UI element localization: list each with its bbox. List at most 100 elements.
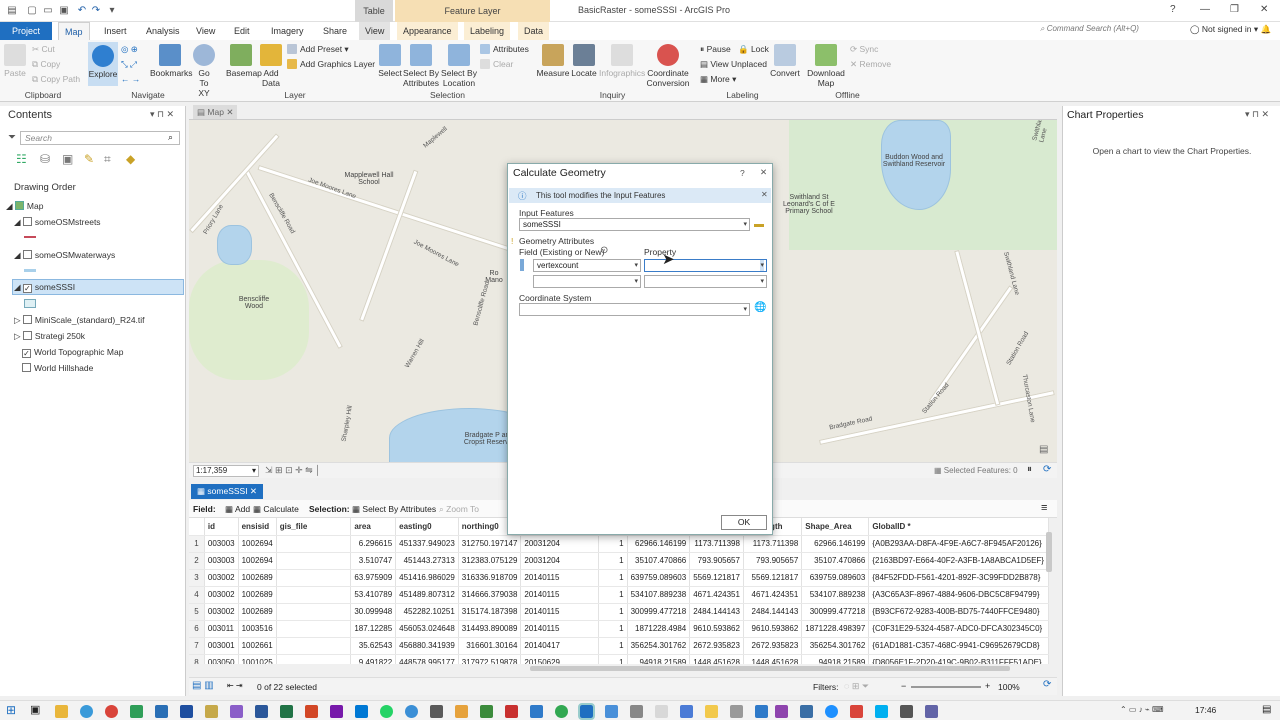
table-cell[interactable]: 451416.986029 — [395, 569, 459, 587]
row-handle[interactable] — [520, 259, 524, 271]
globe-icon[interactable]: 🌐 — [754, 302, 766, 313]
table-row[interactable]: 5 003002 1002689 30.099948 452282.10251 31517… — [189, 603, 1049, 621]
browse-folder-icon[interactable]: ▬ — [754, 219, 764, 230]
zoom-to-button[interactable]: ⌕ Zoom To — [439, 504, 479, 515]
table-cell[interactable]: 1002689 — [238, 586, 277, 604]
table-cell[interactable]: 9610.593862 — [689, 620, 744, 638]
ok-button[interactable]: OK — [721, 515, 767, 530]
input-features-dropdown[interactable]: someSSSI ▾ — [519, 218, 750, 231]
command-search-input[interactable]: ⌕ Command Search (Alt+Q) — [1040, 24, 1180, 38]
table-cell[interactable]: 62966.146199 — [801, 535, 870, 553]
chrome-icon[interactable] — [105, 705, 118, 718]
column-header-id[interactable]: id — [204, 518, 239, 536]
go-to-xy-button[interactable]: Go To XY — [193, 44, 215, 98]
table-cell[interactable]: 793.905657 — [689, 552, 744, 570]
system-tray-icons[interactable]: ⌃ ▭ ♪ ⌁ ⌨ — [1120, 705, 1164, 714]
world-topographic-checkbox[interactable]: ✓ — [22, 349, 31, 358]
task-view-icon[interactable]: ▣ — [30, 703, 40, 716]
someosmstreets-checkbox[interactable] — [22, 217, 32, 226]
layer-strategi[interactable]: ▷ Strategi 250k — [14, 331, 85, 342]
column-header-gis-file[interactable]: gis_file — [276, 518, 352, 536]
column-header-ensisid[interactable]: ensisid — [238, 518, 277, 536]
help-button[interactable]: ? — [1170, 4, 1176, 15]
map-tools-icons[interactable]: ⇲ ⊞ ⊡ ✛ ⇋ │ — [265, 465, 321, 476]
table-cell[interactable] — [276, 603, 352, 621]
table-cell[interactable] — [276, 654, 352, 664]
convert-button[interactable]: Convert — [770, 44, 800, 78]
world-hillshade-checkbox[interactable] — [22, 363, 31, 372]
table-cell[interactable]: 451443.27313 — [395, 552, 459, 570]
table-row[interactable]: 8 003050 1001025 9.491822 448578.995177 31797… — [189, 654, 1049, 664]
word-icon[interactable] — [255, 705, 268, 718]
app-icon-21[interactable] — [850, 705, 863, 718]
table-cell[interactable]: 9610.593862 — [743, 620, 803, 638]
table-cell[interactable]: 639759.089603 — [627, 569, 691, 587]
add-graphics-layer-button[interactable]: Add Graphics Layer — [287, 59, 375, 69]
previous-extent-icon[interactable]: ← → — [121, 74, 140, 84]
table-cell[interactable]: 4671.424351 — [743, 586, 803, 604]
table-cell[interactable]: 456053.024648 — [395, 620, 459, 638]
tab-somesssi-table[interactable]: ▦ someSSSI ✕ — [191, 484, 264, 499]
app-icon-1[interactable] — [130, 705, 143, 718]
app-icon-15[interactable] — [680, 705, 693, 718]
info-close-icon[interactable]: ✕ — [761, 190, 768, 199]
table-cell[interactable]: 35.62543 — [350, 637, 397, 655]
table-cell[interactable]: 003011 — [204, 620, 239, 638]
table-cell[interactable]: 20140115 — [520, 586, 599, 604]
table-cell[interactable]: 62966.146199 — [627, 535, 691, 553]
table-row[interactable]: 4 003002 1002689 53.410789 451489.807312 3146… — [189, 586, 1049, 604]
layer-map[interactable]: ◢ Map — [6, 201, 43, 212]
view-icons[interactable]: ▤ ▥ — [192, 680, 214, 691]
app-icon-10[interactable] — [530, 705, 543, 718]
full-extent-icon[interactable]: ◎ ⊕ — [121, 44, 138, 55]
table-cell[interactable]: 1002661 — [238, 637, 277, 655]
table-cell[interactable]: 63.975909 — [350, 569, 397, 587]
table-cell[interactable]: 20031204 — [520, 535, 599, 553]
table-cell[interactable]: 1 — [598, 535, 628, 553]
save-project-icon[interactable]: ▣ — [58, 5, 70, 17]
contents-search-input[interactable]: Search ⌕ — [20, 131, 180, 145]
app-icon-17[interactable] — [730, 705, 743, 718]
column-header-easting0[interactable]: easting0 — [395, 518, 459, 536]
table-cell[interactable]: 1001025 — [238, 654, 277, 664]
app-icon-22[interactable] — [900, 705, 913, 718]
table-cell[interactable]: {B93CF672-9283-400B-BD75-7440FFCE9480} — [868, 603, 1049, 621]
field-dropdown-row-2[interactable]: ▾ — [533, 275, 641, 288]
basemap-gallery-icon[interactable]: ▤ — [1039, 444, 1048, 455]
add-field-button[interactable]: ▦ Add — [225, 504, 250, 515]
table-cell[interactable] — [276, 552, 352, 570]
property-dropdown-row-2[interactable]: ▾ — [644, 275, 767, 288]
zoom-level[interactable]: 100% — [998, 682, 1020, 692]
copy-button[interactable]: ⧉ Copy — [32, 59, 60, 70]
paste-button[interactable]: Paste — [4, 44, 26, 78]
excel-icon[interactable] — [280, 705, 293, 718]
table-select-by-attributes-button[interactable]: ▦ Select By Attributes — [352, 504, 436, 515]
column-header-area[interactable]: area — [350, 518, 397, 536]
restore-button[interactable]: ❐ — [1230, 4, 1239, 15]
select-by-attributes-button[interactable]: Select By Attributes — [403, 44, 439, 88]
skype-icon[interactable] — [875, 705, 888, 718]
table-cell[interactable]: {C0F31E29-5324-4587-ADC0-DFCA302345C0} — [868, 620, 1049, 638]
explore-button[interactable]: Explore — [88, 42, 118, 86]
table-cell[interactable]: 30.099948 — [350, 603, 397, 621]
fixed-zoom-icon[interactable]: ⤡ ⤢ — [121, 59, 137, 70]
tab-view[interactable]: View — [190, 22, 221, 40]
table-cell[interactable]: 316336.918709 — [458, 569, 522, 587]
customize-qat-icon[interactable]: ▾ — [106, 5, 118, 17]
app-icon-18[interactable] — [755, 705, 768, 718]
table-row[interactable]: 7 003001 1002661 35.62543 456880.341939 31660… — [189, 637, 1049, 655]
selected-features-count[interactable]: ▦ Selected Features: 0 — [934, 466, 1018, 475]
add-preset-button[interactable]: Add Preset ▾ — [287, 44, 349, 55]
table-row[interactable]: 6 003011 1003516 187.12285 456053.024648 3144… — [189, 620, 1049, 638]
miniscale-checkbox[interactable] — [22, 315, 32, 324]
app-icon-6[interactable] — [405, 705, 418, 718]
add-data-button[interactable]: Add Data — [258, 44, 284, 88]
scale-dropdown[interactable]: 1:17,359 ▾ — [193, 465, 259, 477]
table-cell[interactable]: 1448.451628 — [743, 654, 803, 664]
table-row[interactable]: 1 003003 1002694 6.296615 451337.949023 31275… — [189, 535, 1049, 553]
table-cell[interactable]: 6.296615 — [350, 535, 397, 553]
table-cell[interactable]: 314666.379038 — [458, 586, 522, 604]
record-navigation-icons[interactable]: ⇤ ⇥ — [227, 681, 243, 690]
somesssi-checkbox[interactable]: ✓ — [22, 284, 32, 293]
table-cell[interactable]: 1 — [598, 637, 628, 655]
